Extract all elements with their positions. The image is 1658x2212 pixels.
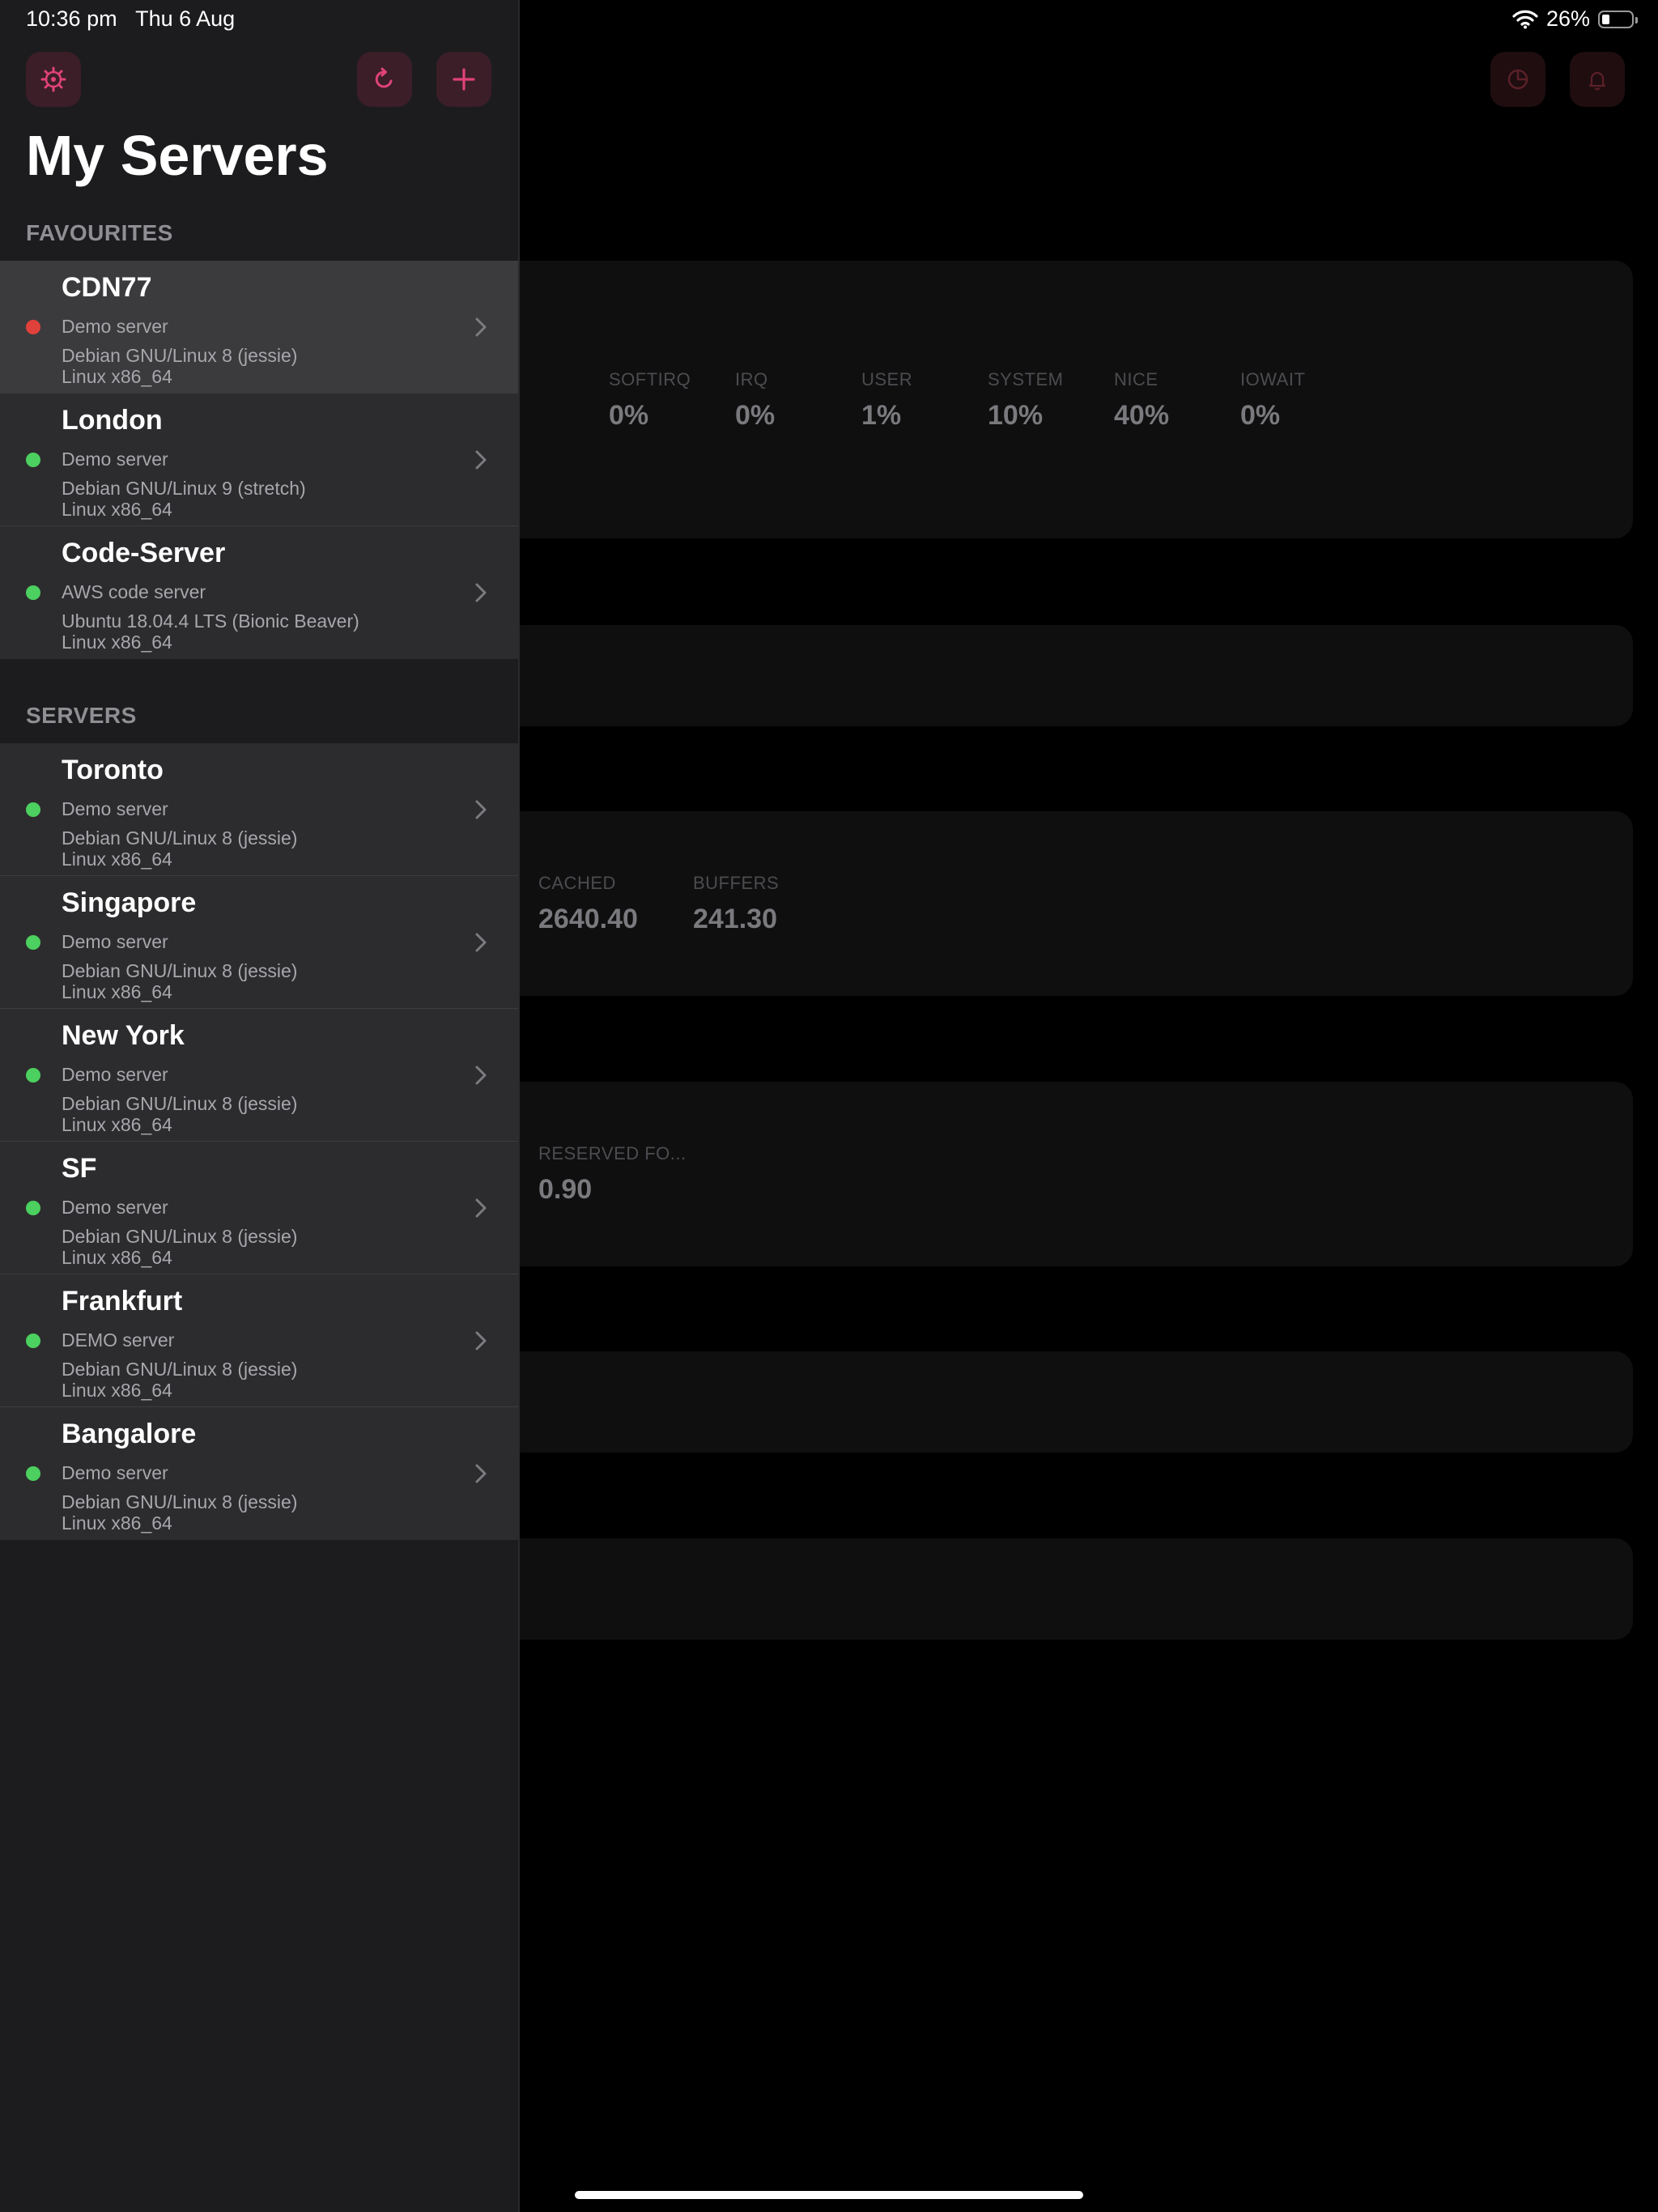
network-card: [453, 1351, 1633, 1453]
battery-icon: [1598, 10, 1638, 28]
server-row-sf[interactable]: SF Demo server Debian GNU/Linux 8 (jessi…: [0, 1142, 518, 1274]
cpu-metric-user: USER 1%: [861, 369, 913, 431]
disk-metric-reserved: RESERVED FO... 0.90: [538, 1143, 687, 1205]
cpu-metric-irq: IRQ 0%: [735, 369, 776, 431]
favourites-header: FAVOURITES: [26, 220, 173, 245]
page-title: My Servers: [26, 124, 329, 187]
refresh-button[interactable]: [357, 52, 412, 107]
alerts-button[interactable]: [1570, 52, 1625, 107]
server-row-singapore[interactable]: Singapore Demo server Debian GNU/Linux 8…: [0, 876, 518, 1009]
gear-icon: [40, 66, 66, 92]
status-indicator-online: [26, 1201, 40, 1215]
home-indicator[interactable]: [575, 2191, 1083, 2199]
server-row-frankfurt[interactable]: Frankfurt DEMO server Debian GNU/Linux 8…: [0, 1274, 518, 1407]
status-indicator-online: [26, 935, 40, 950]
wifi-icon: [1512, 10, 1538, 28]
settings-button[interactable]: [26, 52, 81, 107]
server-row-code-server[interactable]: Code-Server AWS code server Ubuntu 18.04…: [0, 526, 518, 659]
status-indicator-online: [26, 802, 40, 817]
memory-metric-cached: CACHED 2640.40: [538, 873, 638, 934]
cpu-metric-softirq: SOFTIRQ 0%: [609, 369, 691, 431]
disk-card: RESERVED FO... 0.90: [453, 1082, 1633, 1266]
battery-percentage: 26%: [1545, 6, 1590, 31]
usage-chart-button[interactable]: [1490, 52, 1545, 107]
refresh-icon: [375, 67, 393, 88]
plus-icon: [453, 68, 475, 91]
server-list-sidebar: My Servers FAVOURITES CDN77 Demo server …: [0, 0, 520, 2212]
chevron-right-icon: [475, 1066, 487, 1085]
status-indicator-online: [26, 1068, 40, 1083]
servers-header: SERVERS: [26, 703, 137, 728]
chevron-right-icon: [475, 1331, 487, 1351]
bell-icon: [1588, 71, 1606, 91]
server-row-bangalore[interactable]: Bangalore Demo server Debian GNU/Linux 8…: [0, 1407, 518, 1540]
load-card: [453, 625, 1633, 726]
status-indicator-online: [26, 585, 40, 600]
chevron-right-icon: [475, 1198, 487, 1218]
server-row-london[interactable]: London Demo server Debian GNU/Linux 9 (s…: [0, 393, 518, 526]
server-row-cdn77[interactable]: CDN77 Demo server Debian GNU/Linux 8 (je…: [0, 261, 518, 393]
status-indicator-online: [26, 1334, 40, 1348]
processes-card: [453, 1538, 1633, 1640]
status-indicator-offline: [26, 320, 40, 334]
memory-card: CACHED 2640.40 BUFFERS 241.30: [453, 811, 1633, 996]
status-bar-indicators: 26%: [1512, 6, 1638, 32]
servers-list: Toronto Demo server Debian GNU/Linux 8 (…: [0, 743, 518, 1540]
cpu-metric-system: SYSTEM 10%: [988, 369, 1064, 431]
chevron-right-icon: [475, 317, 487, 337]
chevron-right-icon: [475, 583, 487, 602]
memory-metric-buffers: BUFFERS 241.30: [693, 873, 780, 934]
cpu-metric-nice: NICE 40%: [1114, 369, 1170, 431]
pie-chart-icon: [1507, 69, 1528, 90]
server-row-toronto[interactable]: Toronto Demo server Debian GNU/Linux 8 (…: [0, 743, 518, 876]
chevron-right-icon: [475, 933, 487, 952]
favourites-list: CDN77 Demo server Debian GNU/Linux 8 (je…: [0, 261, 518, 659]
add-server-button[interactable]: [436, 52, 491, 107]
status-indicator-online: [26, 453, 40, 467]
chevron-right-icon: [475, 450, 487, 470]
chevron-right-icon: [475, 1464, 487, 1483]
cpu-metric-iowait: IOWAIT 0%: [1240, 369, 1306, 431]
cpu-card: AL % SOFTIRQ 0% IRQ 0% USER 1% SYSTEM 10…: [453, 261, 1633, 538]
chevron-right-icon: [475, 800, 487, 819]
status-indicator-online: [26, 1466, 40, 1481]
status-bar-clock: 10:36 pm Thu 6 Aug: [26, 6, 236, 31]
server-row-new-york[interactable]: New York Demo server Debian GNU/Linux 8 …: [0, 1009, 518, 1142]
